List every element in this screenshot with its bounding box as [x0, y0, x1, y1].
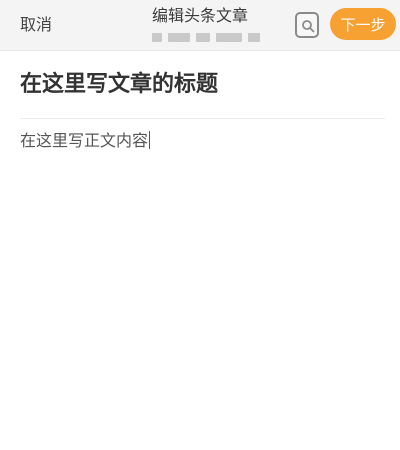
blurred-account-name: [152, 31, 262, 43]
preview-button[interactable]: [295, 12, 319, 38]
editor-blank-area[interactable]: [20, 160, 380, 440]
top-bar: 取消 编辑头条文章 下一步: [0, 0, 400, 51]
article-body-placeholder: 在这里写正文内容: [20, 131, 149, 150]
article-title-input[interactable]: 在这里写文章的标题: [20, 70, 380, 100]
title-divider: [20, 118, 385, 119]
preview-search-icon: [302, 20, 315, 33]
article-body-input[interactable]: 在这里写正文内容: [20, 128, 380, 154]
text-caret: [149, 131, 151, 149]
next-step-button[interactable]: 下一步: [330, 8, 396, 40]
